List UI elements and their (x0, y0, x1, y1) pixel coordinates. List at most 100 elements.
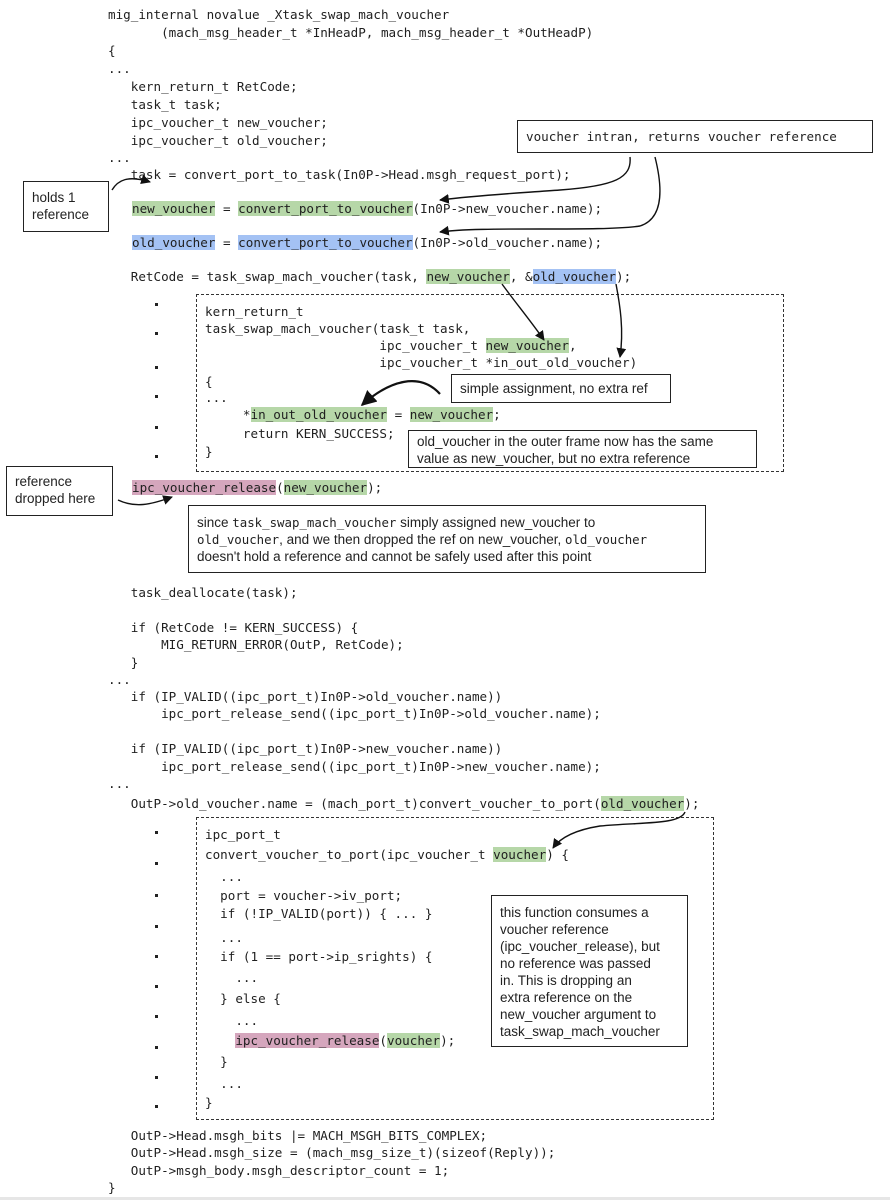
decl-task: task_t task; (108, 97, 222, 112)
close-brace-line: } (108, 655, 139, 670)
deref: * (205, 407, 251, 422)
new-voucher-value: new_voucher (409, 407, 494, 422)
outp-prefix: OutP->old_voucher.name = (mach_port_t)co… (108, 796, 601, 811)
release-send-old-line: ipc_port_release_send((ipc_port_t)In0P->… (108, 706, 601, 721)
new-voucher-assign-line: new_voucher = convert_port_to_voucher(In… (132, 201, 602, 217)
inner1-line3: ipc_voucher_t new_voucher, (205, 338, 577, 354)
close-brace: } (108, 1180, 116, 1195)
note-outer-frame: old_voucher in the outer frame now has t… (408, 430, 757, 468)
outp-suffix: ); (684, 796, 700, 811)
inner2-line13: ... (205, 1076, 243, 1091)
note-line: voucher reference (500, 922, 609, 937)
bullet (155, 955, 158, 958)
paren: ( (379, 1033, 387, 1048)
paren: ); (367, 480, 383, 495)
old-voucher-assign-line: old_voucher = convert_port_to_voucher(In… (132, 235, 602, 251)
inner1-line8: return KERN_SUCCESS; (205, 426, 395, 441)
decl-old-voucher: ipc_voucher_t old_voucher; (108, 133, 328, 148)
note-line: new_voucher argument to (500, 1007, 657, 1022)
old-voucher-var: old_voucher (132, 235, 216, 250)
note-line: dropped here (15, 491, 96, 506)
new-voucher-var: new_voucher (132, 201, 216, 216)
inner2-line10: ... (205, 1013, 259, 1028)
ellipsis: ... (108, 150, 131, 165)
inner2-line7: if (1 == port->ip_srights) { (205, 949, 433, 964)
note-voucher-intran: voucher intran, returns voucher referenc… (517, 120, 873, 153)
note-line: (ipc_voucher_release), but (500, 939, 660, 954)
comma: , (568, 338, 577, 353)
inner1-line7: *in_out_old_voucher = new_voucher; (205, 407, 501, 423)
note-line: reference (15, 474, 73, 489)
inner1-line5: { (205, 374, 213, 389)
inner2-line6: ... (205, 930, 243, 945)
bullet (155, 894, 158, 897)
note-line: since task_swap_mach_voucher simply assi… (197, 515, 596, 530)
note-reference-dropped: reference dropped here (6, 466, 113, 516)
convert-fn: convert_port_to_voucher (238, 235, 413, 250)
note-line: old_voucher in the outer frame now has t… (417, 434, 714, 449)
call-suffix: ); (616, 269, 632, 284)
note-simple-assignment: simple assignment, no extra ref (451, 374, 671, 403)
bullet (155, 455, 158, 458)
note-line: doesn't hold a reference and cannot be s… (197, 549, 592, 564)
inner1-line6: ... (205, 390, 228, 405)
open-brace: { (108, 43, 116, 58)
note-line: value as new_voucher, but no extra refer… (417, 451, 691, 466)
bullet (155, 332, 158, 335)
bullet (155, 1046, 158, 1049)
ellipsis: ... (108, 61, 131, 76)
note-consumes-reference: this function consumes a voucher referen… (491, 895, 688, 1047)
convert-fn: convert_port_to_voucher (238, 201, 413, 216)
bullet (155, 831, 158, 834)
old-voucher-arg: old_voucher (600, 796, 685, 811)
msgh-bits-line: OutP->Head.msgh_bits |= MACH_MSGH_BITS_C… (108, 1128, 488, 1143)
separator: , & (509, 269, 533, 284)
inner2-line5: if (!IP_VALID(port)) { ... } (205, 906, 433, 921)
note-line: no reference was passed (500, 956, 651, 971)
inner2-line14: } (205, 1095, 213, 1110)
note-line: task_swap_mach_voucher (500, 1024, 660, 1039)
inner1-line4: ipc_voucher_t *in_out_old_voucher) (205, 355, 638, 370)
decl-new-voucher: ipc_voucher_t new_voucher; (108, 115, 328, 130)
arrow-reference-dropped (117, 495, 173, 506)
inner2-line3: ... (205, 869, 243, 884)
note-line: reference (32, 207, 90, 222)
if-old-valid-line: if (IP_VALID((ipc_port_t)In0P->old_vouch… (108, 689, 503, 704)
decl-retcode: kern_return_t RetCode; (108, 79, 298, 94)
voucher-arg: voucher (387, 1033, 441, 1048)
inner2-line1: ipc_port_t (205, 827, 281, 842)
inner1-line1: kern_return_t (205, 304, 304, 319)
inner1-line9: } (205, 444, 213, 459)
retcode-call-line: RetCode = task_swap_mach_voucher(task, n… (108, 269, 631, 285)
bullet (155, 985, 158, 988)
note-line: holds 1 (32, 190, 76, 205)
bullet (155, 395, 158, 398)
note-line: this function consumes a (500, 905, 649, 920)
mig-return-error-line: MIG_RETURN_ERROR(OutP, RetCode); (108, 637, 404, 652)
bullet (155, 925, 158, 928)
bullet (155, 366, 158, 369)
outp-old-voucher-line: OutP->old_voucher.name = (mach_port_t)co… (108, 796, 699, 812)
note-line: extra reference on the (500, 990, 633, 1005)
ellipsis: ... (108, 776, 131, 791)
function-signature-line2: (mach_msg_header_t *InHeadP, mach_msg_he… (108, 25, 594, 40)
note-since-task-swap: since task_swap_mach_voucher simply assi… (188, 505, 706, 573)
paren: ); (440, 1033, 456, 1048)
new-voucher-arg: new_voucher (283, 480, 368, 495)
ipc-voucher-release-fn: ipc_voucher_release (132, 480, 277, 495)
assign-op: = (215, 201, 239, 216)
bullet (155, 1015, 158, 1018)
note-line: old_voucher, and we then dropped the ref… (197, 532, 648, 547)
note-line: in. This is dropping an (500, 973, 632, 988)
bullet (155, 426, 158, 429)
inner2-line12: } (205, 1054, 228, 1069)
assign-op: = (386, 407, 410, 422)
call-prefix: RetCode = task_swap_mach_voucher(task, (108, 269, 427, 284)
inner2-line8: ... (205, 970, 259, 985)
release-send-new-line: ipc_port_release_send((ipc_port_t)In0P->… (108, 759, 601, 774)
bullet (155, 303, 158, 306)
new-voucher-arg: new_voucher (426, 269, 510, 284)
inner2-line11: ipc_voucher_release(voucher); (205, 1033, 455, 1049)
descriptor-count-line: OutP->msgh_body.msgh_descriptor_count = … (108, 1163, 450, 1178)
